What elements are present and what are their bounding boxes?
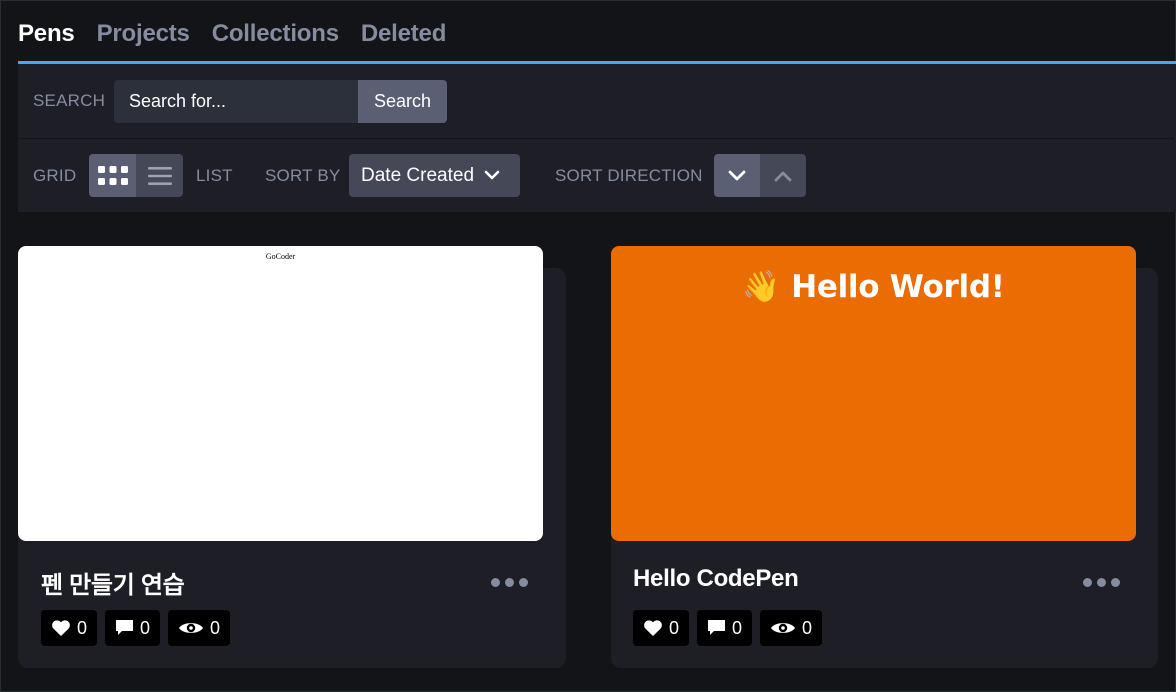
chevron-up-icon <box>774 171 792 181</box>
grid-view-button[interactable] <box>89 154 136 197</box>
sort-ascending-button[interactable] <box>760 154 806 197</box>
tab-bar: Pens Projects Collections Deleted <box>18 17 1176 64</box>
tab-pens[interactable]: Pens <box>18 17 75 51</box>
list-view-button[interactable] <box>136 154 183 197</box>
comment-count: 0 <box>140 617 151 638</box>
grid-label: GRID <box>33 165 77 185</box>
view-count: 0 <box>210 617 221 638</box>
views-stat[interactable]: 0 <box>168 610 231 646</box>
dot-icon <box>1097 578 1106 587</box>
more-options-button[interactable] <box>1083 578 1120 587</box>
grid-icon <box>97 165 128 185</box>
tab-deleted[interactable]: Deleted <box>361 17 446 51</box>
dot-icon <box>1083 578 1092 587</box>
sort-bar: GRID LIST SORT BY Date Created SORT DIRE… <box>18 139 1176 212</box>
dot-icon <box>1111 578 1120 587</box>
view-count: 0 <box>802 617 813 638</box>
like-count: 0 <box>77 617 88 638</box>
sort-by-value: Date Created <box>361 164 475 186</box>
tab-collections[interactable]: Collections <box>212 17 339 51</box>
sort-direction-label: SORT DIRECTION <box>555 165 703 185</box>
comment-button[interactable]: 0 <box>105 610 161 646</box>
pen-title[interactable]: Hello CodePen <box>633 565 799 593</box>
preview-text: 👋 Hello World! <box>742 269 1005 305</box>
view-toggle <box>89 154 183 197</box>
search-bar: SEARCH Search <box>18 64 1176 138</box>
pen-stats: 0 0 0 <box>41 610 231 646</box>
heart-icon <box>52 620 70 636</box>
search-label: SEARCH <box>33 91 106 110</box>
heart-icon <box>644 620 662 636</box>
search-button[interactable]: Search <box>358 79 447 123</box>
app-window: Pens Projects Collections Deleted SEARCH… <box>0 0 1176 692</box>
sort-by-select[interactable]: Date Created <box>349 154 520 197</box>
like-button[interactable]: 0 <box>41 610 98 646</box>
pen-title[interactable]: 펜 만들기 연습 <box>41 565 185 600</box>
eye-icon <box>179 623 204 633</box>
chevron-down-icon <box>728 170 746 180</box>
dot-icon <box>505 578 514 587</box>
pen-stats: 0 0 0 <box>633 610 823 646</box>
preview-text: GoCoder <box>265 252 296 261</box>
list-icon <box>147 166 172 185</box>
dot-icon <box>519 578 528 587</box>
eye-icon <box>771 623 796 633</box>
pen-preview[interactable]: 👋 Hello World! <box>611 246 1136 541</box>
sort-by-label: SORT BY <box>265 165 341 185</box>
pen-preview[interactable]: GoCoder <box>18 246 543 541</box>
like-button[interactable]: 0 <box>633 610 690 646</box>
dot-icon <box>491 578 500 587</box>
comment-icon <box>708 620 726 635</box>
like-count: 0 <box>669 617 680 638</box>
sort-direction-toggle <box>714 154 806 197</box>
sort-descending-button[interactable] <box>714 154 760 197</box>
comment-button[interactable]: 0 <box>697 610 753 646</box>
comment-icon <box>116 620 134 635</box>
search-input[interactable] <box>114 79 358 123</box>
list-label: LIST <box>196 165 233 185</box>
views-stat[interactable]: 0 <box>760 610 823 646</box>
chevron-down-icon <box>484 170 500 180</box>
comment-count: 0 <box>732 617 743 638</box>
tab-projects[interactable]: Projects <box>97 17 190 51</box>
more-options-button[interactable] <box>491 578 528 587</box>
